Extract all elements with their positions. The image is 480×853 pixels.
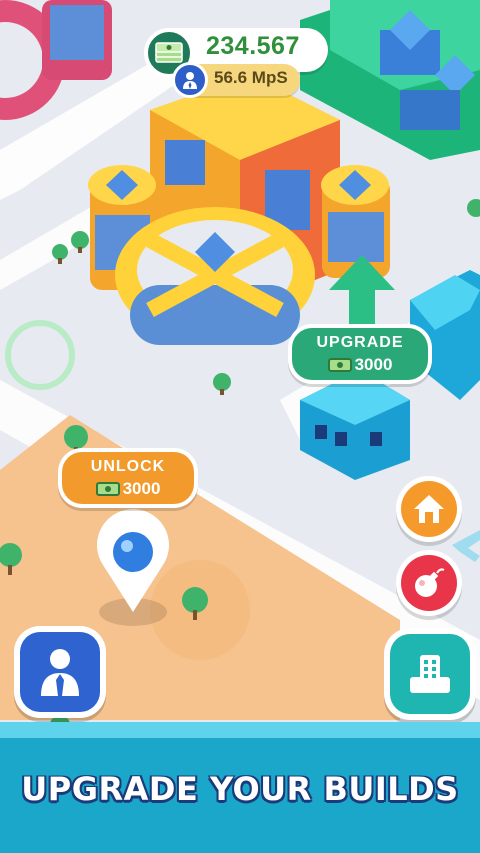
home-button[interactable] [396, 476, 462, 542]
manager-icon [41, 649, 79, 696]
building-icon [410, 655, 450, 693]
unlock-cost: 3000 [62, 479, 194, 499]
manager-icon [172, 62, 208, 98]
bomb-button[interactable] [396, 550, 462, 616]
mps-value: 56.6 MpS [214, 68, 288, 87]
unlock-label: UNLOCK [90, 458, 166, 475]
manager-button[interactable] [14, 626, 106, 718]
money-value: 234.567 [206, 32, 300, 60]
home-icon [414, 495, 444, 523]
upgrade-label: UPGRADE [316, 334, 404, 351]
unlock-button[interactable]: UNLOCK 3000 [58, 448, 198, 508]
cash-icon [327, 358, 352, 372]
location-pin-icon [97, 509, 169, 626]
buildings-button[interactable] [384, 628, 476, 720]
bomb-icon [415, 568, 445, 597]
promo-banner-edge [0, 722, 480, 738]
upgrade-button[interactable]: UPGRADE 3000 [288, 324, 432, 384]
promo-caption: UPGRADE YOUR BUILDS [21, 770, 459, 808]
cash-icon [95, 482, 120, 496]
upgrade-cost: 3000 [292, 355, 428, 375]
